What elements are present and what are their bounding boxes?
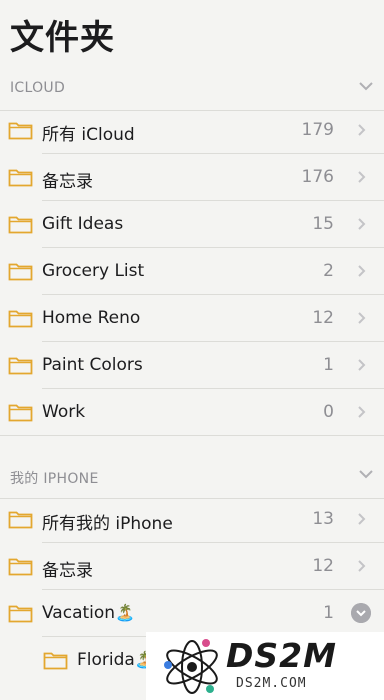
folder-count: 1 <box>323 355 334 375</box>
folder-icon <box>8 310 33 328</box>
folder-name: Paint Colors <box>42 355 143 375</box>
chevron-right-icon <box>358 312 366 324</box>
folder-row-vacation[interactable]: Vacation🏝️ 1 <box>0 590 384 637</box>
chevron-right-icon <box>358 513 366 525</box>
folder-count: 176 <box>301 167 334 187</box>
folder-icon <box>8 263 33 281</box>
folder-count: 2 <box>323 261 334 281</box>
folder-icon <box>8 169 33 187</box>
folder-icon <box>8 216 33 234</box>
chevron-right-icon <box>358 359 366 371</box>
chevron-right-icon <box>358 265 366 277</box>
folder-row-iphone-notes[interactable]: 备忘录 12 <box>0 543 384 590</box>
expand-circle-icon[interactable] <box>351 603 371 623</box>
folder-icon <box>43 652 68 670</box>
folder-count: 12 <box>312 556 334 576</box>
folder-row-home-reno[interactable]: Home Reno 12 <box>0 295 384 342</box>
watermark-site: DS2M.COM <box>236 676 307 691</box>
chevron-right-icon <box>358 218 366 230</box>
folder-name: Vacation <box>42 603 116 623</box>
folder-name: 所有 iCloud <box>42 125 135 145</box>
section-header-my-iphone[interactable]: 我的 IPHONE <box>0 458 384 499</box>
folder-count: 15 <box>312 214 334 234</box>
chevron-right-icon <box>358 124 366 136</box>
folder-icon <box>8 404 33 422</box>
folder-row-all-icloud[interactable]: 所有 iCloud 179 <box>0 107 384 154</box>
folder-name: Home Reno <box>42 308 141 328</box>
chevron-right-icon <box>358 406 366 418</box>
folder-row-work[interactable]: Work 0 <box>0 389 384 436</box>
folder-count: 13 <box>312 509 334 529</box>
folder-count: 179 <box>301 120 334 140</box>
folder-name: 备忘录 <box>42 172 93 192</box>
folder-name: 备忘录 <box>42 561 93 581</box>
folder-count: 12 <box>312 308 334 328</box>
folder-row-gift-ideas[interactable]: Gift Ideas 15 <box>0 201 384 248</box>
island-emoji: 🏝️ <box>115 603 135 622</box>
watermark-brand: DS2M <box>226 636 337 675</box>
atom-logo-icon <box>164 639 218 694</box>
chevron-down-icon[interactable] <box>358 468 374 480</box>
folder-name-wrap: Vacation🏝️ <box>42 603 135 623</box>
section-label: 我的 IPHONE <box>10 471 99 487</box>
folder-name: Work <box>42 402 86 422</box>
folder-count: 1 <box>323 603 334 623</box>
folder-icon <box>8 511 33 529</box>
folder-name-wrap: Florida🏝️ <box>77 650 155 670</box>
folder-name: Grocery List <box>42 261 145 281</box>
folder-icon <box>8 122 33 140</box>
chevron-right-icon <box>358 171 366 183</box>
folder-row-notes[interactable]: 备忘录 176 <box>0 154 384 201</box>
folder-icon <box>8 558 33 576</box>
chevron-down-icon[interactable] <box>358 80 374 92</box>
row-divider <box>0 435 384 436</box>
folder-icon <box>8 357 33 375</box>
folder-name: Florida <box>77 650 135 670</box>
folder-count: 0 <box>323 402 334 422</box>
folder-row-all-my-iphone[interactable]: 所有我的 iPhone 13 <box>0 496 384 543</box>
folder-row-paint-colors[interactable]: Paint Colors 1 <box>0 342 384 389</box>
folder-row-grocery-list[interactable]: Grocery List 2 <box>0 248 384 295</box>
chevron-right-icon <box>358 560 366 572</box>
section-header-icloud[interactable]: ICLOUD <box>0 70 384 111</box>
folder-icon <box>8 605 33 623</box>
watermark: DS2M DS2M.COM <box>146 632 384 700</box>
folder-name: 所有我的 iPhone <box>42 514 173 534</box>
folder-name: Gift Ideas <box>42 214 124 234</box>
page-title: 文件夹 <box>10 18 115 58</box>
section-label: ICLOUD <box>10 80 66 96</box>
